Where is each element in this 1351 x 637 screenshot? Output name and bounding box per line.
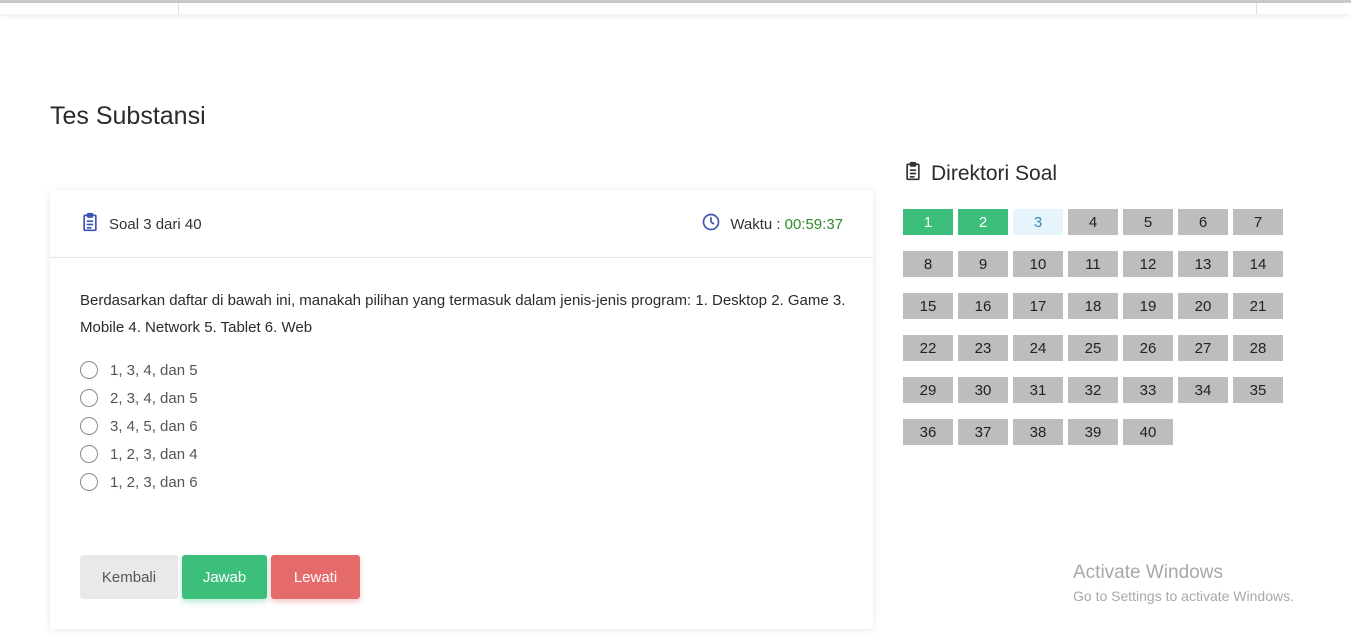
clipboard-list-icon (903, 160, 931, 188)
navbar-divider (1256, 3, 1257, 14)
question-number-button[interactable]: 33 (1123, 377, 1173, 403)
question-number-button[interactable]: 40 (1123, 419, 1173, 445)
question-number-button[interactable]: 35 (1233, 377, 1283, 403)
answer-option-label: 1, 2, 3, dan 4 (110, 445, 198, 463)
question-number-button[interactable]: 29 (903, 377, 953, 403)
answer-option[interactable]: 1, 2, 3, dan 6 (80, 468, 198, 496)
radio-button[interactable] (80, 389, 98, 407)
question-directory-grid: 1 2 3 4 5 6 7 8 9 10 11 12 13 14 15 16 17 18 19 20 21 22 23 24 2… (903, 209, 1288, 445)
radio-button[interactable] (80, 445, 98, 463)
question-number-button[interactable]: 11 (1068, 251, 1118, 277)
answer-option[interactable]: 1, 2, 3, dan 4 (80, 440, 198, 468)
question-number-button[interactable]: 7 (1233, 209, 1283, 235)
question-number-button[interactable]: 30 (958, 377, 1008, 403)
answer-option[interactable]: 1, 3, 4, dan 5 (80, 356, 198, 384)
question-number-button[interactable]: 19 (1123, 293, 1173, 319)
navbar-divider (178, 3, 179, 14)
question-number-button[interactable]: 15 (903, 293, 953, 319)
question-counter: Soal 3 dari 40 (80, 212, 202, 236)
clock-icon (701, 212, 730, 236)
timer-label: Waktu : (730, 215, 781, 233)
question-number-button[interactable]: 36 (903, 419, 953, 445)
page-title: Tes Substansi (50, 102, 206, 130)
question-number-button[interactable]: 21 (1233, 293, 1283, 319)
question-number-button[interactable]: 26 (1123, 335, 1173, 361)
question-text: Berdasarkan daftar di bawah ini, manakah… (80, 292, 846, 336)
question-number-button[interactable]: 17 (1013, 293, 1063, 319)
answer-options: 1, 3, 4, dan 5 2, 3, 4, dan 5 3, 4, 5, dan… (80, 356, 198, 496)
question-number-button[interactable]: 10 (1013, 251, 1063, 277)
question-number-button[interactable]: 12 (1123, 251, 1173, 277)
question-number-button[interactable]: 3 (1013, 209, 1063, 235)
watermark-line-2: Go to Settings to activate Windows. (1073, 588, 1294, 604)
directory-title: Direktori Soal (903, 160, 1057, 188)
question-number-button[interactable]: 5 (1123, 209, 1173, 235)
question-number-button[interactable]: 20 (1178, 293, 1228, 319)
question-number-button[interactable]: 13 (1178, 251, 1228, 277)
question-number-button[interactable]: 34 (1178, 377, 1228, 403)
answer-option-label: 2, 3, 4, dan 5 (110, 389, 198, 407)
question-number-button[interactable]: 28 (1233, 335, 1283, 361)
question-number-button[interactable]: 8 (903, 251, 953, 277)
question-number-button[interactable]: 1 (903, 209, 953, 235)
question-number-button[interactable]: 9 (958, 251, 1008, 277)
question-number-button[interactable]: 37 (958, 419, 1008, 445)
question-number-button[interactable]: 18 (1068, 293, 1118, 319)
answer-option[interactable]: 3, 4, 5, dan 6 (80, 412, 198, 440)
question-number-button[interactable]: 38 (1013, 419, 1063, 445)
answer-option-label: 3, 4, 5, dan 6 (110, 417, 198, 435)
question-number-button[interactable]: 31 (1013, 377, 1063, 403)
watermark-line-1: Activate Windows (1073, 562, 1223, 583)
question-number-button[interactable]: 24 (1013, 335, 1063, 361)
question-number-button[interactable]: 39 (1068, 419, 1118, 445)
skip-button[interactable]: Lewati (271, 555, 360, 599)
timer: Waktu : 00:59:37 (701, 212, 843, 236)
question-number-button[interactable]: 4 (1068, 209, 1118, 235)
radio-button[interactable] (80, 361, 98, 379)
clipboard-list-icon (80, 212, 109, 236)
question-number-button[interactable]: 6 (1178, 209, 1228, 235)
question-card-header: Soal 3 dari 40 Waktu : 00:59:37 (50, 190, 873, 258)
radio-button[interactable] (80, 417, 98, 435)
question-number-button[interactable]: 23 (958, 335, 1008, 361)
answer-option[interactable]: 2, 3, 4, dan 5 (80, 384, 198, 412)
question-number-button[interactable]: 25 (1068, 335, 1118, 361)
answer-button[interactable]: Jawab (182, 555, 267, 599)
question-number-button[interactable]: 32 (1068, 377, 1118, 403)
top-navbar (0, 0, 1351, 14)
answer-option-label: 1, 3, 4, dan 5 (110, 361, 198, 379)
radio-button[interactable] (80, 473, 98, 491)
question-number-button[interactable]: 16 (958, 293, 1008, 319)
answer-option-label: 1, 2, 3, dan 6 (110, 473, 198, 491)
windows-activation-watermark: Activate Windows Go to Settings to activ… (1073, 562, 1294, 604)
question-card: Soal 3 dari 40 Waktu : 00:59:37 Berdasar… (50, 190, 873, 629)
question-number-button[interactable]: 14 (1233, 251, 1283, 277)
question-number-button[interactable]: 27 (1178, 335, 1228, 361)
question-number-button[interactable]: 22 (903, 335, 953, 361)
directory-title-text: Direktori Soal (931, 162, 1058, 185)
timer-value: 00:59:37 (784, 215, 843, 233)
back-button[interactable]: Kembali (80, 555, 178, 599)
question-number-button[interactable]: 2 (958, 209, 1008, 235)
question-counter-text: Soal 3 dari 40 (109, 215, 202, 233)
